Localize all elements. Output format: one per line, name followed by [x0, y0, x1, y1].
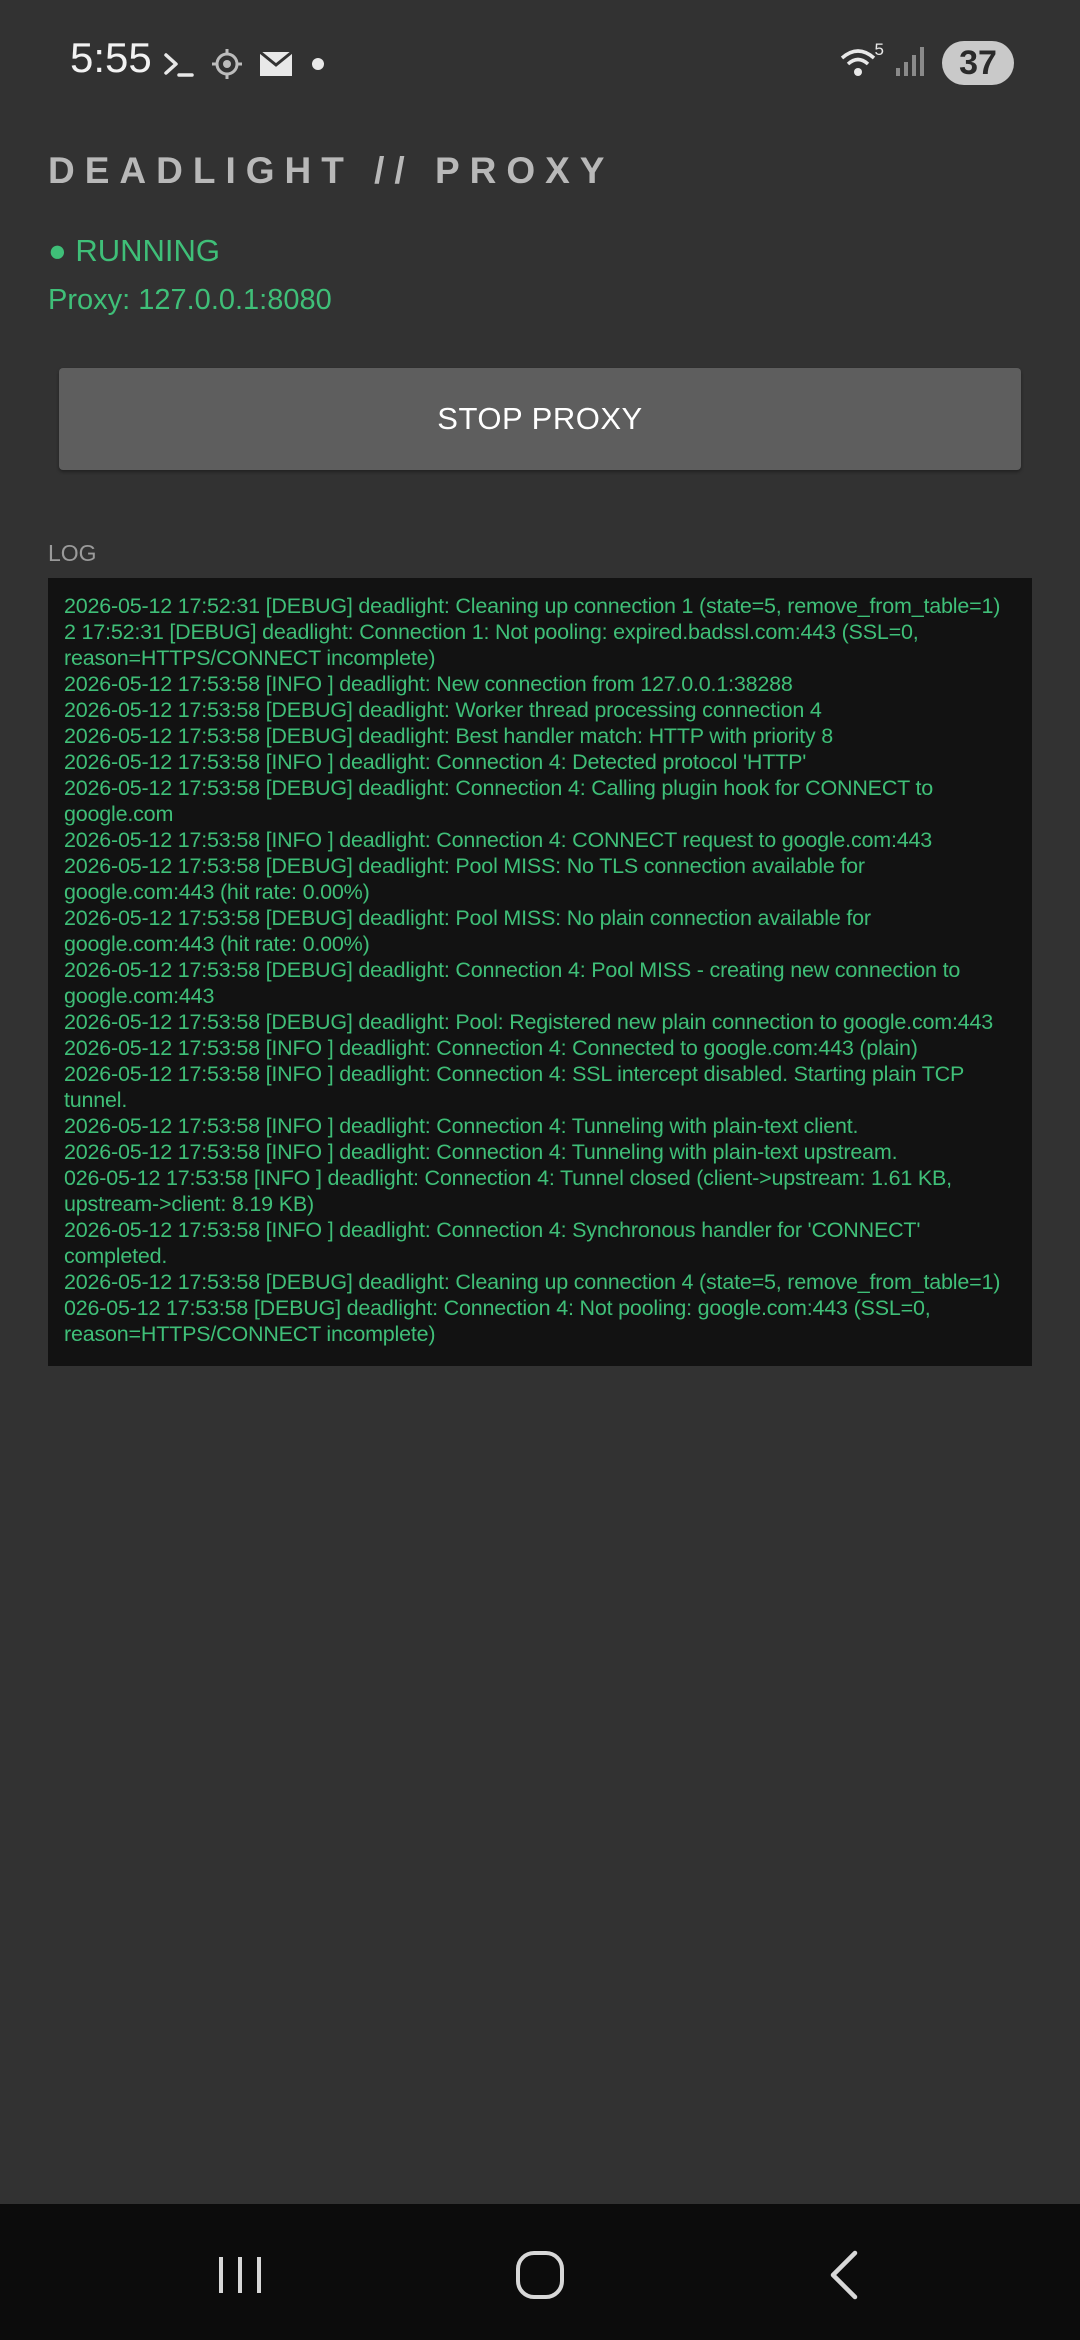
log-line: 2026-05-12 17:53:58 [DEBUG] deadlight: P…: [64, 906, 871, 956]
status-bar: 5:55 5 37: [0, 0, 1080, 130]
log-line: 2026-05-12 17:53:58 [DEBUG] deadlight: C…: [64, 776, 933, 826]
dot-icon: [308, 54, 328, 74]
log-line: 2026-05-12 17:53:58 [INFO ] deadlight: C…: [64, 1218, 921, 1268]
app-title: DEADLIGHT // PROXY: [48, 150, 615, 191]
log-line: 2026-05-12 17:53:58 [DEBUG] deadlight: B…: [64, 724, 833, 748]
battery-indicator: 37: [942, 41, 1014, 85]
status-notification-icons: [162, 44, 328, 84]
status-system-icons: 5 37: [840, 40, 1014, 86]
log-line: 2026-05-12 17:53:58 [INFO ] deadlight: C…: [64, 1114, 859, 1138]
log-line: 2026-05-12 17:53:58 [INFO ] deadlight: C…: [64, 750, 807, 774]
log-line: 2026-05-12 17:53:58 [DEBUG] deadlight: P…: [64, 854, 865, 904]
log-line: 026-05-12 17:53:58 [DEBUG] deadlight: Co…: [64, 1296, 931, 1346]
log-line: 2026-05-12 17:53:58 [DEBUG] deadlight: P…: [64, 1010, 994, 1034]
log-line: 2026-05-12 17:53:58 [DEBUG] deadlight: W…: [64, 698, 822, 722]
proxy-status: ● RUNNING: [48, 233, 220, 268]
log-line: 2026-05-12 17:53:58 [INFO ] deadlight: C…: [64, 1140, 898, 1164]
log-line: 2026-05-12 17:53:58 [INFO ] deadlight: C…: [64, 828, 933, 852]
log-line: 2026-05-12 17:52:31 [DEBUG] deadlight: C…: [64, 594, 1001, 618]
stop-proxy-button[interactable]: STOP PROXY: [59, 368, 1021, 470]
status-time: 5:55: [70, 34, 152, 81]
log-line: 2026-05-12 17:53:58 [INFO ] deadlight: C…: [64, 1062, 964, 1112]
proxy-address: Proxy: 127.0.0.1:8080: [48, 284, 332, 316]
log-line: 2026-05-12 17:53:58 [DEBUG] deadlight: C…: [64, 958, 961, 1008]
crosshair-icon: [210, 47, 244, 81]
navigation-bar: [0, 2204, 1080, 2340]
mail-icon: [258, 49, 294, 79]
log-line: 2026-05-12 17:53:58 [INFO ] deadlight: N…: [64, 672, 793, 696]
home-icon[interactable]: [505, 2240, 575, 2310]
wifi-band-label: 5: [874, 40, 884, 59]
log-line: 2026-05-12 17:53:58 [INFO ] deadlight: C…: [64, 1036, 918, 1060]
back-icon[interactable]: [810, 2240, 880, 2310]
log-line: 2026-05-12 17:53:58 [DEBUG] deadlight: C…: [64, 1270, 1001, 1294]
log-panel[interactable]: 2026-05-12 17:52:31 [DEBUG] deadlight: C…: [48, 578, 1032, 1366]
log-line: 2 17:52:31 [DEBUG] deadlight: Connection…: [64, 620, 919, 670]
recent-apps-icon[interactable]: [205, 2240, 275, 2310]
log-line: 026-05-12 17:53:58 [INFO ] deadlight: Co…: [64, 1166, 952, 1216]
wifi-icon: 5: [840, 40, 884, 80]
signal-icon: [894, 44, 928, 83]
log-label: LOG: [48, 540, 97, 566]
terminal-icon: [162, 47, 196, 81]
